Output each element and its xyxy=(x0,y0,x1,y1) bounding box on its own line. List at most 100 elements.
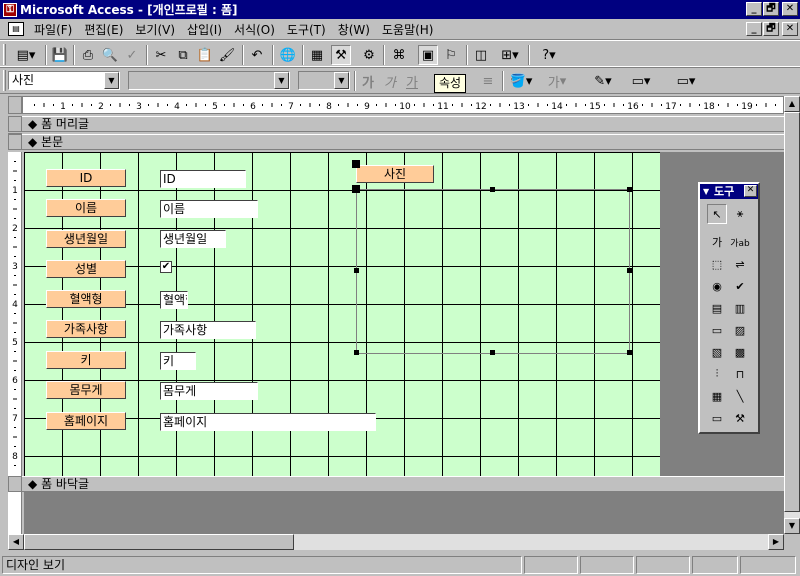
code-icon[interactable]: ⌘ xyxy=(389,45,409,65)
footer-band-selector[interactable] xyxy=(8,476,22,492)
font-combo[interactable]: ▼ xyxy=(128,71,290,90)
toolbox-palette[interactable]: ▼ 도구 ✕ ↖ ⚹ 가 가ab ⬚ ⇌ ◉ ✔ ▤ ▥ ▭ ▨ ▧ ▩ ⫶ ⊓… xyxy=(698,182,760,434)
chevron-down-icon[interactable]: ▼ xyxy=(703,184,709,199)
select-objects-icon[interactable]: ↖ xyxy=(707,204,727,224)
label-weight[interactable]: 몸무게 xyxy=(46,381,126,399)
horizontal-scrollbar[interactable]: ◀ ▶ xyxy=(8,534,784,550)
line-width-icon[interactable]: ▭▾ xyxy=(626,71,656,91)
horizontal-scroll-thumb[interactable] xyxy=(24,534,294,550)
subform-icon[interactable]: ▦ xyxy=(707,386,727,406)
textbox-birthdate[interactable]: 생년월일 xyxy=(160,230,226,248)
vertical-ruler[interactable]: 1 2 3 4 5 6 7 8 xyxy=(8,152,22,476)
vertical-scrollbar[interactable]: ▲ ▼ xyxy=(784,96,800,534)
option-button-icon[interactable]: ◉ xyxy=(707,276,727,296)
close-icon[interactable]: ✕ xyxy=(744,185,757,197)
line-tool-icon[interactable]: ╲ xyxy=(730,386,750,406)
label-gender[interactable]: 성별 xyxy=(46,260,126,278)
save-icon[interactable]: 💾 xyxy=(50,45,70,65)
menu-edit[interactable]: 편집(E) xyxy=(78,21,129,38)
rectangle-tool-icon[interactable]: ▭ xyxy=(707,408,727,428)
resize-handle[interactable] xyxy=(354,350,359,355)
resize-handle[interactable] xyxy=(490,187,495,192)
bound-object-frame-icon[interactable]: ▩ xyxy=(730,342,750,362)
format-painter-icon[interactable]: 🖌 xyxy=(217,45,237,65)
font-color-button[interactable]: 가 ▾ xyxy=(542,71,572,91)
scroll-down-icon[interactable]: ▼ xyxy=(784,518,800,534)
textbox-bloodtype[interactable]: 혈액형 xyxy=(160,291,188,309)
label-birthdate[interactable]: 생년월일 xyxy=(46,230,126,248)
toolbox-title-bar[interactable]: ▼ 도구 ✕ xyxy=(700,184,758,199)
doc-minimize-button[interactable]: _ xyxy=(746,22,762,36)
menu-help[interactable]: 도움말(H) xyxy=(376,21,440,38)
underline-button[interactable]: 가 xyxy=(402,71,422,91)
textbox-weight[interactable]: 몸무게 xyxy=(160,382,258,400)
properties-icon[interactable]: ▣ xyxy=(418,45,438,65)
detail-band[interactable]: ◆ 본문 xyxy=(22,134,784,150)
resize-handle[interactable] xyxy=(627,350,632,355)
form-window-icon[interactable]: ▤ xyxy=(8,22,24,36)
checkbox-tool-icon[interactable]: ✔ xyxy=(730,276,750,296)
cut-icon[interactable]: ✂ xyxy=(151,45,171,65)
resize-handle[interactable] xyxy=(490,350,495,355)
menu-view[interactable]: 보기(V) xyxy=(129,21,181,38)
special-effect-icon[interactable]: ▭▾ xyxy=(666,71,706,91)
unbound-object-frame-icon[interactable]: ▧ xyxy=(707,342,727,362)
label-id[interactable]: ID xyxy=(46,169,126,187)
move-handle[interactable] xyxy=(352,160,360,168)
more-controls-icon[interactable]: ⚒ xyxy=(730,408,750,428)
minimize-button[interactable]: _ xyxy=(746,2,762,16)
bold-button[interactable]: 가 xyxy=(358,71,378,91)
label-height[interactable]: 키 xyxy=(46,351,126,369)
tab-control-icon[interactable]: ⊓ xyxy=(730,364,750,384)
autoformat-icon[interactable]: ⚙ xyxy=(359,45,379,65)
size-combo[interactable]: ▼ xyxy=(298,71,350,90)
fill-color-icon[interactable]: 🪣▾ xyxy=(506,71,536,91)
textbox-height[interactable]: 키 xyxy=(160,352,196,370)
view-icon[interactable]: ▤▾ xyxy=(10,45,42,65)
undo-icon[interactable]: ↶ xyxy=(247,45,267,65)
label-family[interactable]: 가족사항 xyxy=(46,320,126,338)
menu-file[interactable]: 파일(F) xyxy=(28,21,78,38)
move-handle[interactable] xyxy=(352,185,360,193)
combo-box-icon[interactable]: ▤ xyxy=(707,298,727,318)
label-name[interactable]: 이름 xyxy=(46,199,126,217)
photo-image-frame[interactable] xyxy=(356,189,630,354)
copy-icon[interactable]: ⧉ xyxy=(173,45,193,65)
toolbox-icon[interactable]: ⚒ xyxy=(331,45,351,65)
scroll-left-icon[interactable]: ◀ xyxy=(8,534,24,550)
textbox-homepage[interactable]: 홈페이지 xyxy=(160,413,376,431)
image-icon[interactable]: ▨ xyxy=(730,320,750,340)
restore-button[interactable]: 🗗 xyxy=(763,2,779,16)
form-footer-area[interactable] xyxy=(24,492,784,534)
vertical-scroll-thumb[interactable] xyxy=(784,112,800,512)
menu-tools[interactable]: 도구(T) xyxy=(281,21,332,38)
resize-handle[interactable] xyxy=(627,268,632,273)
form-header-band[interactable]: ◆ 폼 머리글 xyxy=(22,116,784,132)
textbox-id[interactable]: ID xyxy=(160,170,246,188)
textbox-name[interactable]: 이름 xyxy=(160,200,258,218)
menu-format[interactable]: 서식(O) xyxy=(228,21,281,38)
scroll-up-icon[interactable]: ▲ xyxy=(784,96,800,112)
label-photo[interactable]: 사진 xyxy=(356,165,434,183)
textbox-tool-icon[interactable]: 가ab xyxy=(730,232,750,252)
spelling-icon[interactable]: ✓ xyxy=(122,45,142,65)
form-footer-band[interactable]: ◆ 폼 바닥글 xyxy=(22,476,784,492)
detail-band-selector[interactable] xyxy=(8,134,22,150)
label-bloodtype[interactable]: 혈액형 xyxy=(46,290,126,308)
object-combo[interactable]: 사진 ▼ xyxy=(8,71,120,90)
chevron-down-icon[interactable]: ▼ xyxy=(334,72,349,89)
chevron-down-icon[interactable]: ▼ xyxy=(274,72,289,89)
ruler-corner[interactable] xyxy=(8,96,22,114)
command-button-icon[interactable]: ▭ xyxy=(707,320,727,340)
page-break-icon[interactable]: ⫶ xyxy=(707,364,727,384)
header-band-selector[interactable] xyxy=(8,116,22,132)
control-wizards-icon[interactable]: ⚹ xyxy=(730,204,750,224)
database-window-icon[interactable]: ◫ xyxy=(471,45,491,65)
option-group-icon[interactable]: ⬚ xyxy=(707,254,727,274)
access-key-icon[interactable]: ⚿ xyxy=(3,2,17,17)
textbox-family[interactable]: 가족사항 xyxy=(160,321,256,339)
paste-icon[interactable]: 📋 xyxy=(195,45,215,65)
menu-insert[interactable]: 삽입(I) xyxy=(181,21,228,38)
hyperlink-icon[interactable]: 🌐 xyxy=(278,45,298,65)
chevron-down-icon[interactable]: ▼ xyxy=(104,72,119,89)
